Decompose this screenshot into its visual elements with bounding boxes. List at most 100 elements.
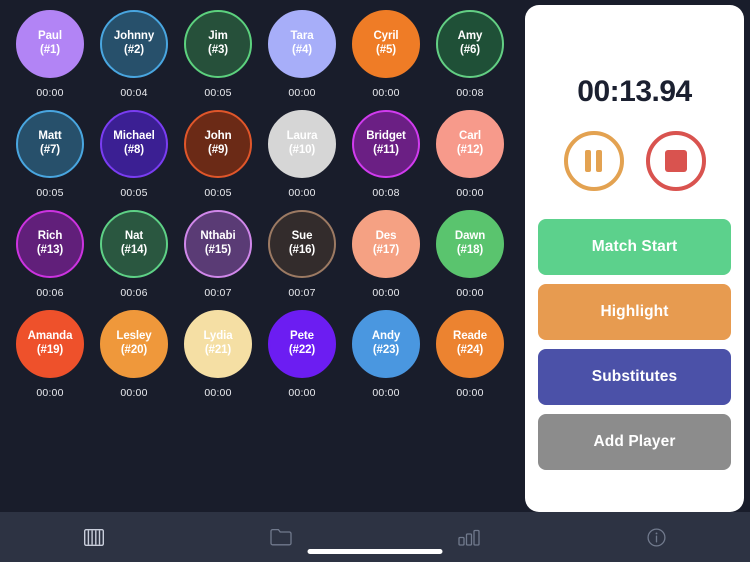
player-cell: Lesley (#20) 00:00 bbox=[92, 310, 176, 410]
player-bubble[interactable]: Reade (#24) bbox=[436, 310, 504, 378]
player-number: (#18) bbox=[456, 244, 484, 256]
info-circle-icon bbox=[647, 527, 666, 547]
player-cell: Bridget (#11) 00:08 bbox=[344, 110, 428, 210]
player-time: 00:00 bbox=[288, 187, 316, 199]
player-cell: Amy (#6) 00:08 bbox=[428, 10, 512, 110]
player-time: 00:00 bbox=[36, 87, 64, 99]
highlight-button[interactable]: Highlight bbox=[538, 284, 731, 340]
player-time: 00:06 bbox=[36, 287, 64, 299]
player-cell: Amanda (#19) 00:00 bbox=[8, 310, 92, 410]
player-number: (#23) bbox=[372, 344, 400, 356]
player-cell: Sue (#16) 00:07 bbox=[260, 210, 344, 310]
player-name: Paul bbox=[38, 30, 62, 43]
tab-files[interactable] bbox=[188, 512, 376, 552]
player-bubble[interactable]: Sue (#16) bbox=[268, 210, 336, 278]
player-bubble[interactable]: Bridget (#11) bbox=[352, 110, 420, 178]
stop-icon bbox=[664, 150, 687, 172]
player-cell: Lydia (#21) 00:00 bbox=[176, 310, 260, 410]
player-bubble[interactable]: Lydia (#21) bbox=[184, 310, 252, 378]
player-bubble[interactable]: John (#9) bbox=[184, 110, 252, 178]
player-name: Pete bbox=[290, 330, 314, 343]
player-bubble[interactable]: Cyril (#5) bbox=[352, 10, 420, 78]
player-cell: Laura (#10) 00:00 bbox=[260, 110, 344, 210]
player-bubble[interactable]: Dawn (#18) bbox=[436, 210, 504, 278]
player-time: 00:00 bbox=[36, 387, 64, 399]
player-time: 00:05 bbox=[204, 87, 232, 99]
add-player-button[interactable]: Add Player bbox=[538, 414, 731, 470]
player-name: Nat bbox=[124, 230, 144, 243]
pause-button[interactable] bbox=[563, 131, 624, 191]
player-cell: Des (#17) 00:00 bbox=[344, 210, 428, 310]
player-name: Amanda bbox=[27, 330, 73, 343]
player-number: (#12) bbox=[456, 144, 484, 156]
player-bubble[interactable]: Nat (#14) bbox=[100, 210, 168, 278]
player-bubble[interactable]: Andy (#23) bbox=[352, 310, 420, 378]
player-time: 00:00 bbox=[204, 387, 232, 399]
player-name: Amy bbox=[457, 30, 483, 43]
player-cell: Johnny (#2) 00:04 bbox=[92, 10, 176, 110]
match-start-button[interactable]: Match Start bbox=[538, 219, 731, 275]
player-name: Nthabi bbox=[200, 230, 236, 243]
player-bubble[interactable]: Paul (#1) bbox=[16, 10, 84, 78]
substitutes-button[interactable]: Substitutes bbox=[538, 349, 731, 405]
player-bubble[interactable]: Tara (#4) bbox=[268, 10, 336, 78]
player-time: 00:04 bbox=[120, 87, 148, 99]
player-number: (#19) bbox=[36, 344, 64, 356]
player-name: Lesley bbox=[116, 330, 152, 343]
player-name: Andy bbox=[371, 330, 401, 343]
player-bubble[interactable]: Lesley (#20) bbox=[100, 310, 168, 378]
player-time: 00:06 bbox=[120, 287, 148, 299]
tab-info[interactable] bbox=[563, 512, 750, 552]
player-cell: Matt (#7) 00:05 bbox=[8, 110, 92, 210]
player-name: Michael bbox=[113, 130, 155, 143]
player-time: 00:07 bbox=[204, 287, 232, 299]
player-number: (#21) bbox=[204, 344, 232, 356]
player-number: (#7) bbox=[39, 144, 61, 156]
player-bubble[interactable]: Michael (#8) bbox=[100, 110, 168, 178]
player-cell: Rich (#13) 00:06 bbox=[8, 210, 92, 310]
player-time: 00:00 bbox=[456, 387, 484, 399]
player-number: (#22) bbox=[288, 344, 316, 356]
app-root: Paul (#1) 00:00 Johnny (#2) 00:04 Jim (#3) 00:05… bbox=[0, 0, 750, 562]
player-time: 00:07 bbox=[288, 287, 316, 299]
player-cell: Reade (#24) 00:00 bbox=[428, 310, 512, 410]
player-name: Jim bbox=[208, 30, 228, 43]
player-number: (#17) bbox=[372, 244, 400, 256]
player-time: 00:05 bbox=[204, 187, 232, 199]
player-bubble[interactable]: Carl (#12) bbox=[436, 110, 504, 178]
tab-stats[interactable] bbox=[375, 512, 563, 552]
player-grid: Paul (#1) 00:00 Johnny (#2) 00:04 Jim (#3) 00:05… bbox=[0, 0, 520, 512]
player-bubble[interactable]: Jim (#3) bbox=[184, 10, 252, 78]
stop-button[interactable] bbox=[645, 131, 706, 191]
player-cell: Jim (#3) 00:05 bbox=[176, 10, 260, 110]
player-bubble[interactable]: Johnny (#2) bbox=[100, 10, 168, 78]
player-bubble[interactable]: Pete (#22) bbox=[268, 310, 336, 378]
player-bubble[interactable]: Des (#17) bbox=[352, 210, 420, 278]
player-cell: John (#9) 00:05 bbox=[176, 110, 260, 210]
player-cell: Paul (#1) 00:00 bbox=[8, 10, 92, 110]
player-cell: Michael (#8) 00:05 bbox=[92, 110, 176, 210]
player-bubble[interactable]: Matt (#7) bbox=[16, 110, 84, 178]
player-number: (#10) bbox=[288, 144, 316, 156]
player-time: 00:00 bbox=[288, 387, 316, 399]
action-button-list: Match Start Highlight Substitutes Add Pl… bbox=[525, 219, 744, 470]
player-bubble[interactable]: Nthabi (#15) bbox=[184, 210, 252, 278]
player-bubble[interactable]: Rich (#13) bbox=[16, 210, 84, 278]
player-bubble[interactable]: Laura (#10) bbox=[268, 110, 336, 178]
player-number: (#5) bbox=[375, 44, 397, 56]
player-bubble[interactable]: Amy (#6) bbox=[436, 10, 504, 78]
player-bubble[interactable]: Amanda (#19) bbox=[16, 310, 84, 378]
pause-icon bbox=[585, 150, 602, 172]
tab-bar bbox=[0, 512, 750, 562]
player-number: (#2) bbox=[123, 44, 145, 56]
player-name: Reade bbox=[452, 330, 488, 343]
player-time: 00:00 bbox=[456, 187, 484, 199]
player-cell: Dawn (#18) 00:00 bbox=[428, 210, 512, 310]
player-time: 00:00 bbox=[456, 287, 484, 299]
tab-squad[interactable] bbox=[0, 512, 188, 552]
player-number: (#9) bbox=[207, 144, 229, 156]
player-cell: Tara (#4) 00:00 bbox=[260, 10, 344, 110]
player-number: (#20) bbox=[120, 344, 148, 356]
player-number: (#11) bbox=[373, 144, 399, 156]
player-name: Carl bbox=[459, 130, 481, 143]
